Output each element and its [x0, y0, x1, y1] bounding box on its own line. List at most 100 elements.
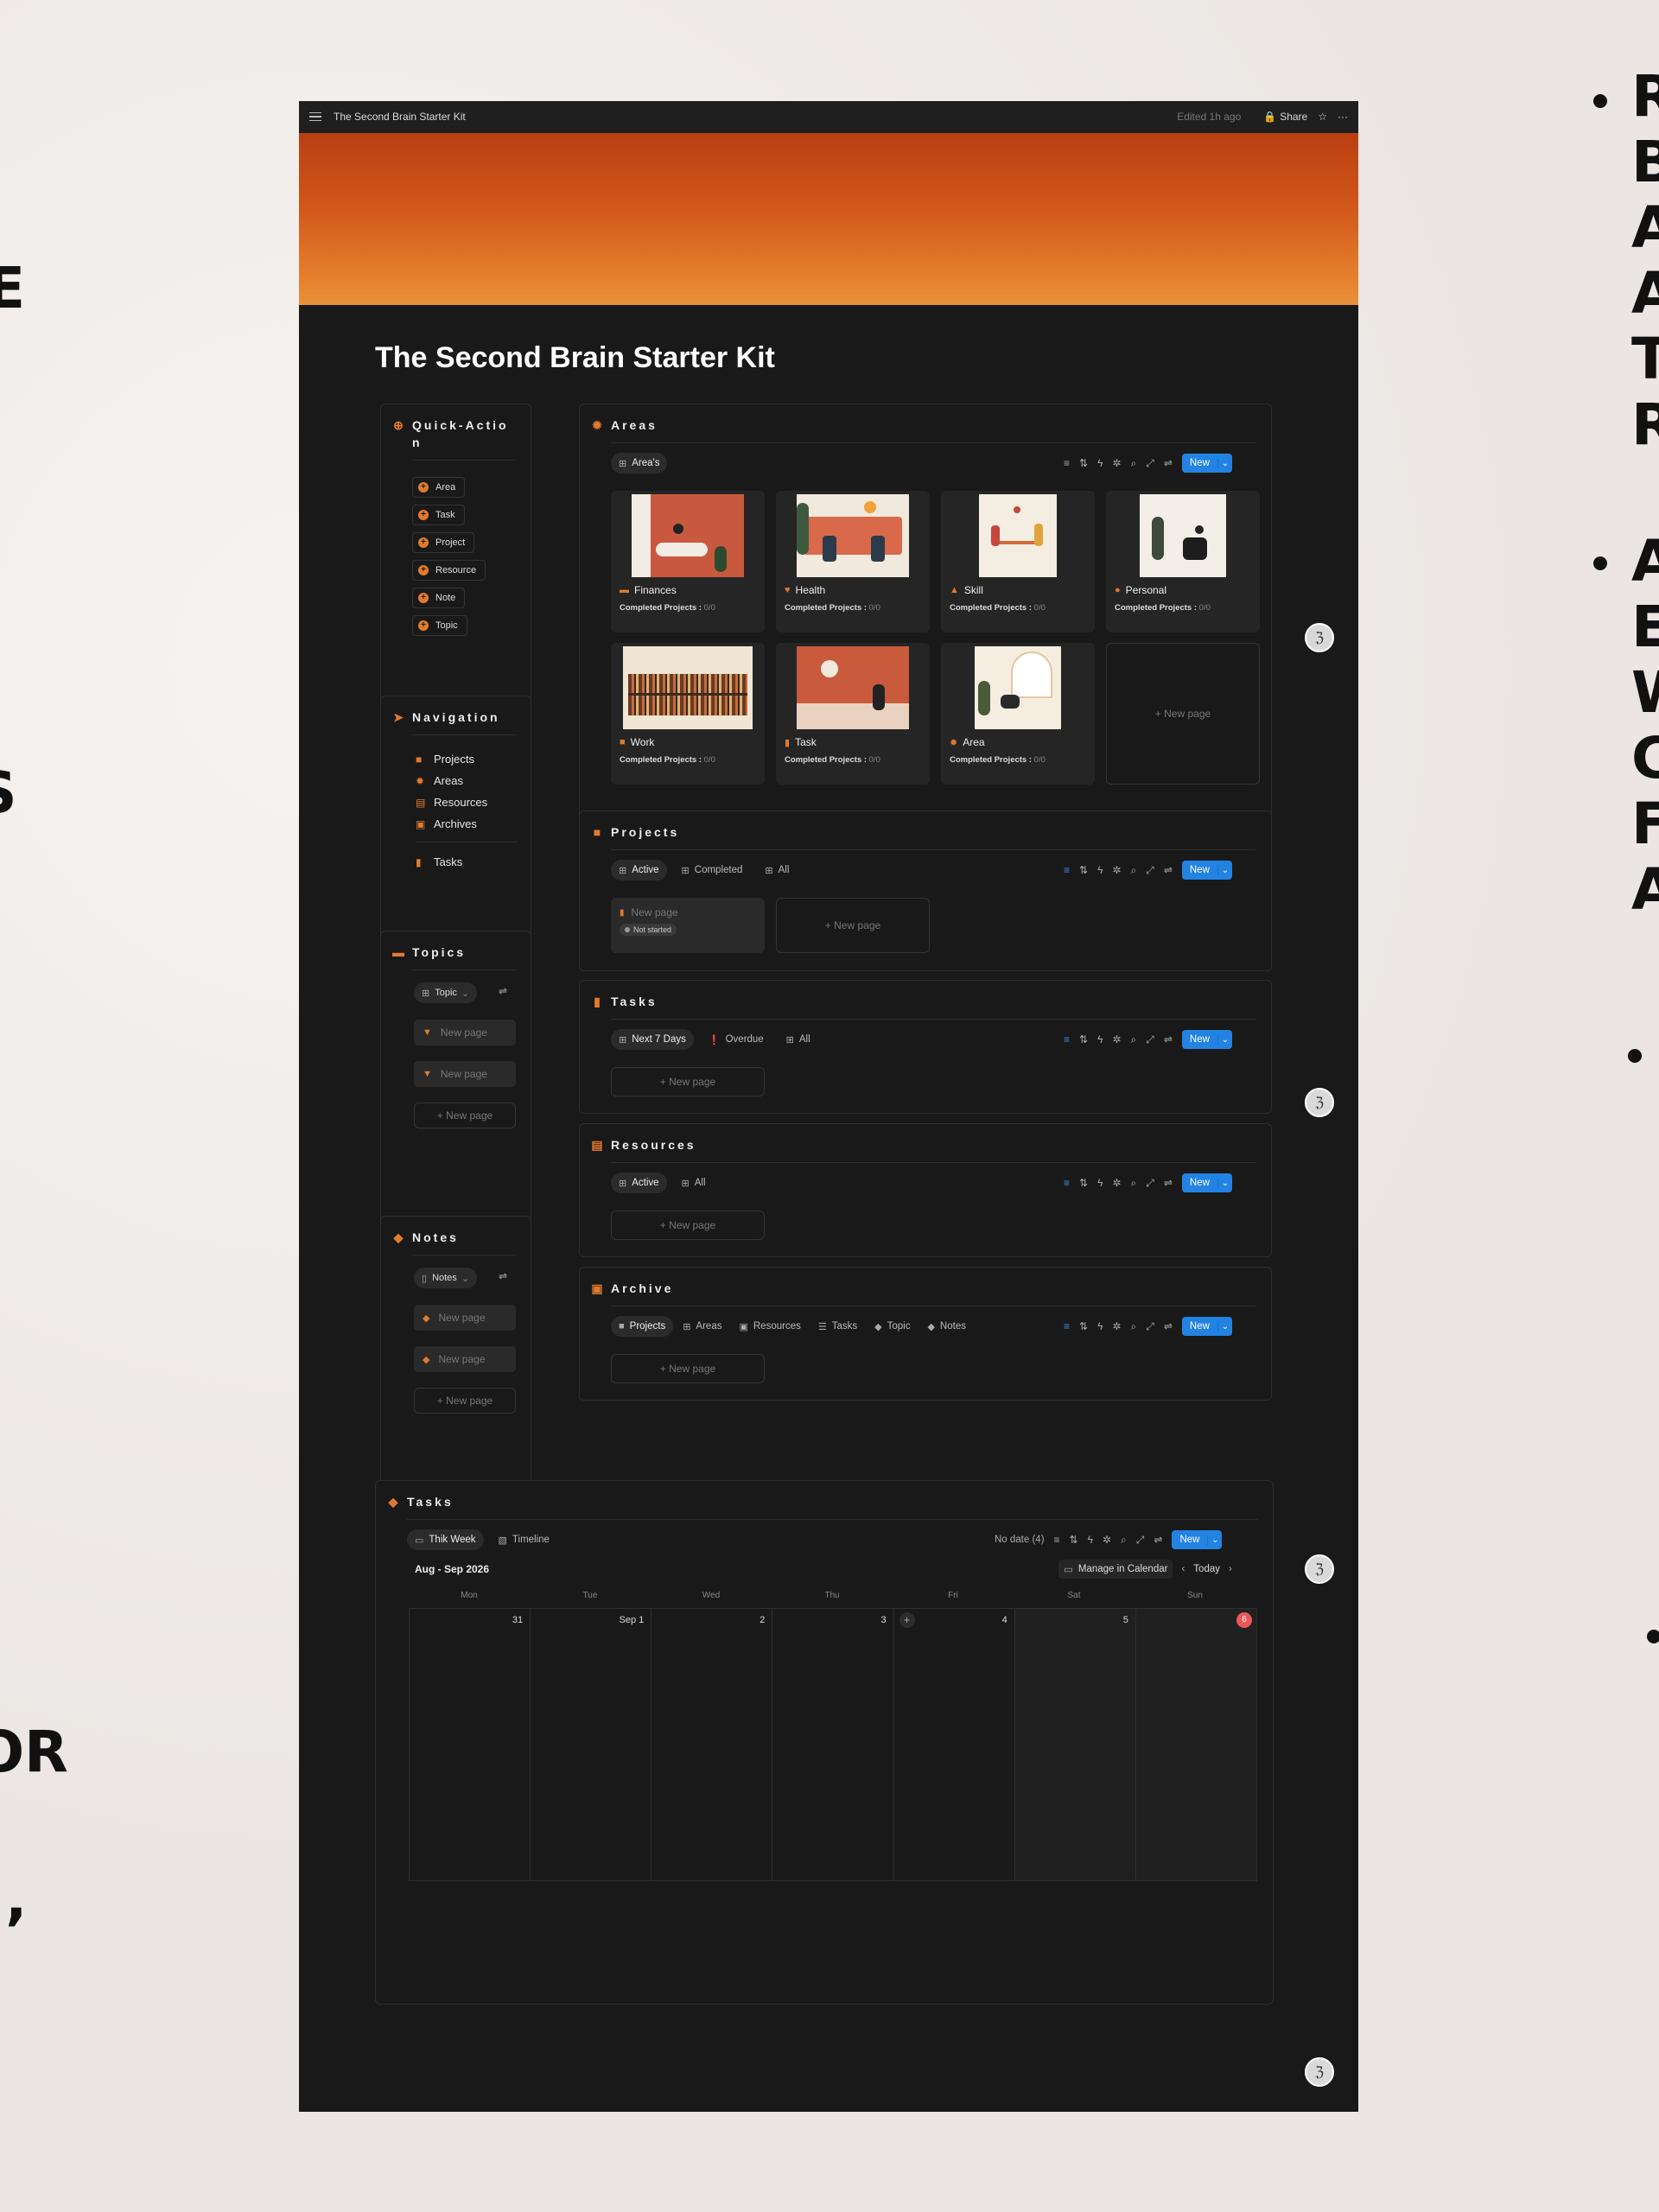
- note-row[interactable]: ◆ New page: [414, 1346, 516, 1372]
- quick-add-task-button[interactable]: + Task: [412, 505, 465, 525]
- topics-view-tab[interactable]: ⊞ Topic ⌄: [414, 982, 478, 1003]
- search-icon[interactable]: ⌕: [1131, 1033, 1137, 1046]
- archive-new-button[interactable]: New ⌄: [1181, 1317, 1232, 1336]
- breadcrumb[interactable]: The Second Brain Starter Kit: [334, 111, 466, 123]
- tab-projects[interactable]: ■ Projects: [611, 1316, 674, 1337]
- expand-icon[interactable]: ⤢: [1146, 1033, 1154, 1046]
- filter-icon[interactable]: ≡: [1064, 1320, 1070, 1332]
- sort-icon[interactable]: ⇅: [1079, 1033, 1088, 1046]
- search-icon[interactable]: ⌕: [1131, 1320, 1137, 1333]
- search-icon[interactable]: ⌕: [1131, 864, 1137, 877]
- tab-completed[interactable]: ⊞ Completed: [674, 860, 751, 880]
- calendar-day-cell[interactable]: Sep 1: [531, 1609, 652, 1880]
- expand-icon[interactable]: ⤢: [1136, 1534, 1145, 1547]
- filter-icon[interactable]: ≡: [1064, 1177, 1070, 1189]
- settings-sliders-icon[interactable]: ⇌: [1154, 1534, 1162, 1546]
- quick-add-area-button[interactable]: + Area: [412, 477, 466, 498]
- tab-next-7-days[interactable]: ⊞ Next 7 Days: [611, 1029, 694, 1050]
- no-date-button[interactable]: No date (4): [995, 1535, 1045, 1545]
- notes-new-page-button[interactable]: + New page: [414, 1388, 516, 1414]
- settings-sliders-icon[interactable]: ⇌: [1164, 1177, 1173, 1189]
- projects-new-page-button[interactable]: + New page: [776, 898, 930, 953]
- area-card-work[interactable]: ■ Work Completed Projects : 0/0: [611, 643, 765, 785]
- sparkle-icon[interactable]: ✲: [1103, 1534, 1111, 1546]
- zen-avatar-icon[interactable]: ℨ: [1305, 623, 1334, 652]
- notes-view-tab[interactable]: ▯ Notes ⌄: [414, 1268, 478, 1288]
- sort-icon[interactable]: ⇅: [1070, 1534, 1078, 1546]
- lightning-icon[interactable]: ϟ: [1097, 1033, 1103, 1046]
- settings-sliders-icon[interactable]: ⇌: [499, 1270, 507, 1282]
- zen-avatar-icon[interactable]: ℨ: [1305, 2057, 1334, 2087]
- sort-icon[interactable]: ⇅: [1079, 1177, 1088, 1189]
- tab-topic[interactable]: ◆ Topic: [867, 1316, 918, 1337]
- zen-avatar-icon[interactable]: ℨ: [1305, 1088, 1334, 1117]
- sort-icon[interactable]: ⇅: [1079, 457, 1088, 469]
- nav-item-projects[interactable]: ■ Projects: [416, 748, 518, 770]
- search-icon[interactable]: ⌕: [1131, 457, 1137, 470]
- nav-item-archives[interactable]: ▣ Archives: [416, 813, 518, 835]
- tab-resources[interactable]: ▣ Resources: [731, 1316, 808, 1337]
- tasks-new-button[interactable]: New ⌄: [1181, 1030, 1232, 1049]
- project-card[interactable]: ▮ New page Not started: [611, 898, 765, 953]
- tab-overdue[interactable]: ❗ Overdue: [701, 1029, 772, 1050]
- tab-areas[interactable]: ⊞ Areas: [675, 1316, 729, 1337]
- topics-new-page-button[interactable]: + New page: [414, 1103, 516, 1128]
- sort-icon[interactable]: ⇅: [1079, 864, 1088, 876]
- calendar-day-cell-today[interactable]: 6: [1135, 1609, 1256, 1880]
- search-icon[interactable]: ⌕: [1131, 1177, 1137, 1190]
- nav-item-areas[interactable]: ✹ Areas: [416, 770, 518, 791]
- area-card-skill[interactable]: ▲ Skill Completed Projects : 0/0: [941, 491, 1095, 632]
- tab-timeline[interactable]: ▧ Timeline: [491, 1529, 557, 1550]
- nav-item-resources[interactable]: ▤ Resources: [416, 791, 518, 813]
- add-event-button[interactable]: +: [899, 1612, 915, 1628]
- chevron-left-icon[interactable]: ‹: [1181, 1564, 1185, 1574]
- sparkle-icon[interactable]: ✲: [1112, 864, 1121, 876]
- lightning-icon[interactable]: ϟ: [1097, 1177, 1103, 1189]
- area-card-task[interactable]: ▮ Task Completed Projects : 0/0: [776, 643, 930, 785]
- tab-this-week[interactable]: ▭ Thik Week: [407, 1529, 484, 1550]
- settings-sliders-icon[interactable]: ⇌: [1164, 1320, 1173, 1332]
- settings-sliders-icon[interactable]: ⇌: [499, 985, 507, 997]
- sort-icon[interactable]: ⇅: [1079, 1320, 1088, 1332]
- resources-new-page-button[interactable]: + New page: [611, 1211, 765, 1240]
- more-button[interactable]: ···: [1338, 111, 1348, 123]
- tasks-new-page-button[interactable]: + New page: [611, 1067, 765, 1096]
- manage-in-calendar-button[interactable]: ▭ Manage in Calendar: [1058, 1560, 1173, 1579]
- menu-icon[interactable]: [309, 111, 321, 122]
- filter-icon[interactable]: ≡: [1054, 1534, 1060, 1546]
- calendar-new-button[interactable]: New ⌄: [1172, 1530, 1223, 1549]
- topic-row[interactable]: ▼ New page: [414, 1061, 516, 1087]
- tab-areas[interactable]: ⊞ Area's: [611, 453, 668, 474]
- star-icon[interactable]: ☆: [1318, 111, 1327, 123]
- areas-new-page-button[interactable]: + New page: [1106, 643, 1260, 785]
- calendar-day-cell-weekend[interactable]: 5: [1014, 1609, 1136, 1880]
- sparkle-icon[interactable]: ✲: [1112, 1033, 1121, 1046]
- tab-all[interactable]: ⊞ All: [779, 1029, 818, 1050]
- calendar-day-cell[interactable]: +4: [894, 1609, 1015, 1880]
- today-button[interactable]: Today: [1193, 1564, 1220, 1574]
- sparkle-icon[interactable]: ✲: [1112, 457, 1121, 469]
- tab-all[interactable]: ⊞ All: [674, 1173, 714, 1193]
- projects-new-button[interactable]: New ⌄: [1181, 861, 1232, 880]
- resources-new-button[interactable]: New ⌄: [1181, 1173, 1232, 1192]
- area-card-health[interactable]: ♥ Health Completed Projects : 0/0: [776, 491, 930, 632]
- tab-active[interactable]: ⊞ Active: [611, 1173, 667, 1193]
- zen-avatar-icon[interactable]: ℨ: [1305, 1554, 1334, 1584]
- nav-item-tasks[interactable]: ▮ Tasks: [416, 851, 518, 873]
- filter-icon[interactable]: ≡: [1064, 1033, 1070, 1046]
- expand-icon[interactable]: ⤢: [1146, 864, 1154, 877]
- tab-notes[interactable]: ◆ Notes: [919, 1316, 974, 1337]
- quick-add-note-button[interactable]: + Note: [412, 588, 466, 608]
- note-row[interactable]: ◆ New page: [414, 1305, 516, 1331]
- archive-new-page-button[interactable]: + New page: [611, 1354, 765, 1383]
- calendar-day-cell[interactable]: 3: [772, 1609, 894, 1880]
- expand-icon[interactable]: ⤢: [1146, 1177, 1154, 1190]
- topic-row[interactable]: ▼ New page: [414, 1020, 516, 1046]
- sparkle-icon[interactable]: ✲: [1112, 1320, 1121, 1332]
- sparkle-icon[interactable]: ✲: [1112, 1177, 1121, 1189]
- expand-icon[interactable]: ⤢: [1146, 457, 1154, 470]
- area-card-personal[interactable]: ● Personal Completed Projects : 0/0: [1106, 491, 1260, 632]
- lightning-icon[interactable]: ϟ: [1097, 1320, 1103, 1332]
- settings-sliders-icon[interactable]: ⇌: [1164, 1033, 1173, 1046]
- settings-sliders-icon[interactable]: ⇌: [1164, 864, 1173, 876]
